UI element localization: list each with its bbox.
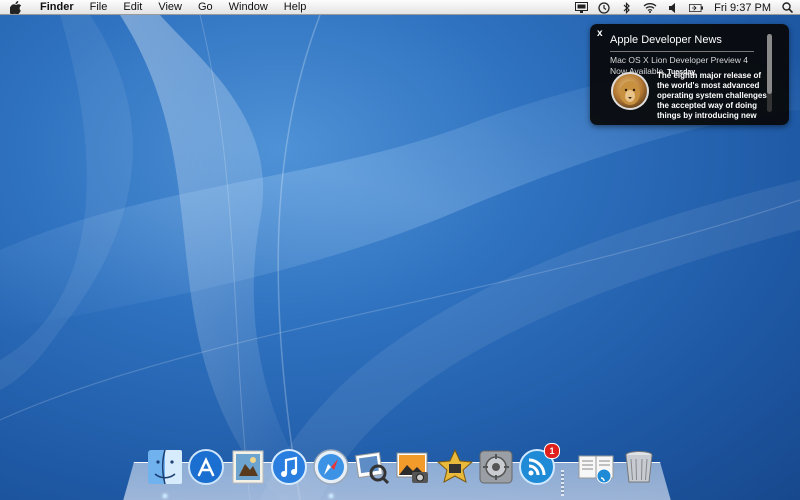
rss-unread-badge: 1 <box>544 443 560 459</box>
menubar-clock[interactable]: Fri 9:37 PM <box>714 2 771 14</box>
iphoto-icon <box>396 452 428 483</box>
volume-icon[interactable] <box>666 1 680 14</box>
time-machine-icon[interactable] <box>597 1 611 14</box>
notification-scrollbar[interactable] <box>767 34 772 112</box>
dock-item-trash[interactable] <box>620 448 658 486</box>
dock-item-app-store[interactable] <box>187 448 225 486</box>
dock-item-iphoto[interactable] <box>394 448 432 486</box>
dock-item-safari[interactable] <box>312 448 350 486</box>
dock-item-documents[interactable] <box>577 448 615 486</box>
itunes-icon <box>271 449 307 485</box>
dock: 1 <box>123 440 671 500</box>
lion-thumbnail-icon <box>611 72 649 110</box>
menubar-status-area: Fri 9:37 PM <box>574 0 794 15</box>
mail-stamp-icon <box>232 450 264 484</box>
finder-icon <box>148 449 182 485</box>
app-store-icon <box>188 449 224 485</box>
spotlight-icon[interactable] <box>780 1 794 14</box>
dock-item-mail[interactable] <box>229 448 267 486</box>
menubar: Finder File Edit View Go Window Help Fri… <box>0 0 800 15</box>
safari-compass-icon <box>313 449 349 485</box>
notification-bubble[interactable]: x Apple Developer News Mac OS X Lion Dev… <box>590 24 789 125</box>
dock-item-system-preferences[interactable] <box>477 448 515 486</box>
dock-separator[interactable] <box>561 470 564 496</box>
menu-app-name[interactable]: Finder <box>32 0 82 15</box>
preview-icon <box>355 451 390 485</box>
display-icon[interactable] <box>574 1 588 14</box>
running-indicator-safari <box>329 494 333 498</box>
notification-divider <box>610 51 754 52</box>
imovie-star-icon <box>436 448 474 483</box>
system-preferences-icon <box>479 450 513 484</box>
battery-icon[interactable] <box>689 1 704 14</box>
menu-file[interactable]: File <box>82 0 116 15</box>
desktop: Finder File Edit View Go Window Help Fri… <box>0 0 800 500</box>
notification-title: Apple Developer News <box>610 34 722 46</box>
menu-help[interactable]: Help <box>276 0 315 15</box>
wifi-icon[interactable] <box>643 1 657 14</box>
apple-menu-icon[interactable] <box>10 0 24 14</box>
dock-item-itunes[interactable] <box>270 448 308 486</box>
trash-icon <box>625 451 653 483</box>
menu-view[interactable]: View <box>150 0 190 15</box>
running-indicator-finder <box>163 494 167 498</box>
dock-item-finder[interactable] <box>146 448 184 486</box>
document-stack-icon <box>578 455 614 484</box>
menu-go[interactable]: Go <box>190 0 221 15</box>
dock-item-imovie[interactable] <box>436 448 474 486</box>
dock-item-preview[interactable] <box>353 448 391 486</box>
notification-body: The eighth major release of the world's … <box>657 71 767 120</box>
menu-window[interactable]: Window <box>221 0 276 15</box>
notification-scroll-thumb[interactable] <box>767 34 772 94</box>
menu-edit[interactable]: Edit <box>115 0 150 15</box>
notification-close-button[interactable]: x <box>597 28 603 39</box>
bluetooth-icon[interactable] <box>620 1 634 14</box>
dock-item-rss-reader[interactable]: 1 <box>518 443 560 486</box>
